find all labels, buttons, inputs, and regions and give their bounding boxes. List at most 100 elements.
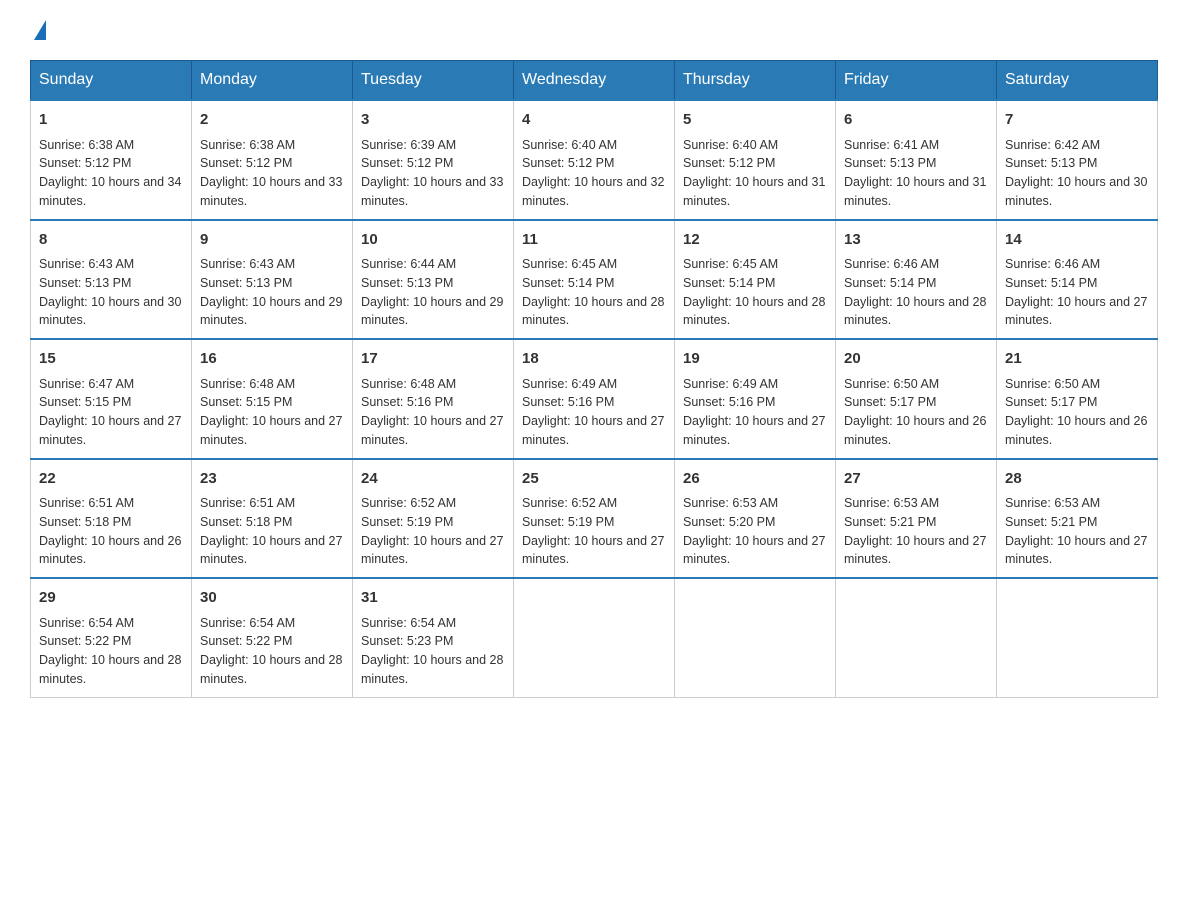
- header-cell-sunday: Sunday: [31, 61, 192, 101]
- sunset-label: Sunset: 5:12 PM: [200, 156, 292, 170]
- day-number: 3: [361, 109, 505, 132]
- sunset-label: Sunset: 5:15 PM: [200, 395, 292, 409]
- sunset-label: Sunset: 5:14 PM: [522, 276, 614, 290]
- daylight-label: Daylight: 10 hours and 31 minutes.: [844, 175, 986, 208]
- header-cell-wednesday: Wednesday: [514, 61, 675, 101]
- sunrise-label: Sunrise: 6:45 AM: [683, 257, 778, 271]
- sunrise-label: Sunrise: 6:53 AM: [1005, 496, 1100, 510]
- day-cell: 6 Sunrise: 6:41 AM Sunset: 5:13 PM Dayli…: [836, 100, 997, 220]
- day-cell: 13 Sunrise: 6:46 AM Sunset: 5:14 PM Dayl…: [836, 220, 997, 340]
- week-row-1: 1 Sunrise: 6:38 AM Sunset: 5:12 PM Dayli…: [31, 100, 1158, 220]
- header-cell-thursday: Thursday: [675, 61, 836, 101]
- daylight-label: Daylight: 10 hours and 27 minutes.: [522, 414, 664, 447]
- day-cell: 24 Sunrise: 6:52 AM Sunset: 5:19 PM Dayl…: [353, 459, 514, 579]
- sunrise-label: Sunrise: 6:52 AM: [361, 496, 456, 510]
- day-number: 13: [844, 229, 988, 252]
- sunset-label: Sunset: 5:13 PM: [844, 156, 936, 170]
- sunset-label: Sunset: 5:17 PM: [1005, 395, 1097, 409]
- daylight-label: Daylight: 10 hours and 27 minutes.: [522, 534, 664, 567]
- sunset-label: Sunset: 5:12 PM: [39, 156, 131, 170]
- sunset-label: Sunset: 5:23 PM: [361, 634, 453, 648]
- sunrise-label: Sunrise: 6:54 AM: [200, 616, 295, 630]
- sunset-label: Sunset: 5:16 PM: [522, 395, 614, 409]
- sunrise-label: Sunrise: 6:48 AM: [361, 377, 456, 391]
- day-number: 31: [361, 587, 505, 610]
- day-number: 19: [683, 348, 827, 371]
- page-header: [30, 20, 1158, 40]
- day-number: 20: [844, 348, 988, 371]
- header-cell-saturday: Saturday: [997, 61, 1158, 101]
- calendar-table: SundayMondayTuesdayWednesdayThursdayFrid…: [30, 60, 1158, 698]
- sunset-label: Sunset: 5:14 PM: [683, 276, 775, 290]
- day-number: 22: [39, 468, 183, 491]
- day-cell: 12 Sunrise: 6:45 AM Sunset: 5:14 PM Dayl…: [675, 220, 836, 340]
- day-number: 21: [1005, 348, 1149, 371]
- daylight-label: Daylight: 10 hours and 33 minutes.: [200, 175, 342, 208]
- day-cell: [997, 578, 1158, 697]
- daylight-label: Daylight: 10 hours and 27 minutes.: [844, 534, 986, 567]
- sunset-label: Sunset: 5:16 PM: [361, 395, 453, 409]
- day-cell: 16 Sunrise: 6:48 AM Sunset: 5:15 PM Dayl…: [192, 339, 353, 459]
- logo-triangle-icon: [34, 20, 46, 40]
- daylight-label: Daylight: 10 hours and 27 minutes.: [361, 534, 503, 567]
- daylight-label: Daylight: 10 hours and 27 minutes.: [39, 414, 181, 447]
- day-cell: 7 Sunrise: 6:42 AM Sunset: 5:13 PM Dayli…: [997, 100, 1158, 220]
- header-row: SundayMondayTuesdayWednesdayThursdayFrid…: [31, 61, 1158, 101]
- day-number: 27: [844, 468, 988, 491]
- day-cell: 18 Sunrise: 6:49 AM Sunset: 5:16 PM Dayl…: [514, 339, 675, 459]
- sunrise-label: Sunrise: 6:50 AM: [1005, 377, 1100, 391]
- sunrise-label: Sunrise: 6:46 AM: [844, 257, 939, 271]
- day-cell: [675, 578, 836, 697]
- daylight-label: Daylight: 10 hours and 30 minutes.: [1005, 175, 1147, 208]
- sunrise-label: Sunrise: 6:39 AM: [361, 138, 456, 152]
- sunset-label: Sunset: 5:22 PM: [200, 634, 292, 648]
- sunrise-label: Sunrise: 6:38 AM: [200, 138, 295, 152]
- daylight-label: Daylight: 10 hours and 28 minutes.: [522, 295, 664, 328]
- sunset-label: Sunset: 5:15 PM: [39, 395, 131, 409]
- daylight-label: Daylight: 10 hours and 28 minutes.: [844, 295, 986, 328]
- day-cell: 4 Sunrise: 6:40 AM Sunset: 5:12 PM Dayli…: [514, 100, 675, 220]
- day-cell: 23 Sunrise: 6:51 AM Sunset: 5:18 PM Dayl…: [192, 459, 353, 579]
- sunset-label: Sunset: 5:12 PM: [683, 156, 775, 170]
- week-row-5: 29 Sunrise: 6:54 AM Sunset: 5:22 PM Dayl…: [31, 578, 1158, 697]
- day-cell: 28 Sunrise: 6:53 AM Sunset: 5:21 PM Dayl…: [997, 459, 1158, 579]
- header-cell-tuesday: Tuesday: [353, 61, 514, 101]
- daylight-label: Daylight: 10 hours and 27 minutes.: [683, 414, 825, 447]
- sunset-label: Sunset: 5:20 PM: [683, 515, 775, 529]
- sunrise-label: Sunrise: 6:44 AM: [361, 257, 456, 271]
- day-cell: 30 Sunrise: 6:54 AM Sunset: 5:22 PM Dayl…: [192, 578, 353, 697]
- daylight-label: Daylight: 10 hours and 28 minutes.: [200, 653, 342, 686]
- daylight-label: Daylight: 10 hours and 27 minutes.: [683, 534, 825, 567]
- calendar-body: 1 Sunrise: 6:38 AM Sunset: 5:12 PM Dayli…: [31, 100, 1158, 697]
- daylight-label: Daylight: 10 hours and 28 minutes.: [39, 653, 181, 686]
- day-cell: 25 Sunrise: 6:52 AM Sunset: 5:19 PM Dayl…: [514, 459, 675, 579]
- sunrise-label: Sunrise: 6:41 AM: [844, 138, 939, 152]
- sunset-label: Sunset: 5:14 PM: [1005, 276, 1097, 290]
- sunset-label: Sunset: 5:12 PM: [522, 156, 614, 170]
- day-number: 5: [683, 109, 827, 132]
- sunset-label: Sunset: 5:12 PM: [361, 156, 453, 170]
- sunset-label: Sunset: 5:17 PM: [844, 395, 936, 409]
- sunrise-label: Sunrise: 6:43 AM: [200, 257, 295, 271]
- day-number: 8: [39, 229, 183, 252]
- logo: [30, 20, 46, 40]
- daylight-label: Daylight: 10 hours and 28 minutes.: [683, 295, 825, 328]
- day-cell: 5 Sunrise: 6:40 AM Sunset: 5:12 PM Dayli…: [675, 100, 836, 220]
- sunset-label: Sunset: 5:13 PM: [39, 276, 131, 290]
- week-row-3: 15 Sunrise: 6:47 AM Sunset: 5:15 PM Dayl…: [31, 339, 1158, 459]
- day-number: 15: [39, 348, 183, 371]
- sunrise-label: Sunrise: 6:42 AM: [1005, 138, 1100, 152]
- daylight-label: Daylight: 10 hours and 33 minutes.: [361, 175, 503, 208]
- sunset-label: Sunset: 5:21 PM: [1005, 515, 1097, 529]
- day-number: 18: [522, 348, 666, 371]
- sunrise-label: Sunrise: 6:40 AM: [683, 138, 778, 152]
- day-cell: 27 Sunrise: 6:53 AM Sunset: 5:21 PM Dayl…: [836, 459, 997, 579]
- day-number: 6: [844, 109, 988, 132]
- sunset-label: Sunset: 5:13 PM: [200, 276, 292, 290]
- day-number: 7: [1005, 109, 1149, 132]
- day-cell: 19 Sunrise: 6:49 AM Sunset: 5:16 PM Dayl…: [675, 339, 836, 459]
- daylight-label: Daylight: 10 hours and 29 minutes.: [200, 295, 342, 328]
- day-cell: 3 Sunrise: 6:39 AM Sunset: 5:12 PM Dayli…: [353, 100, 514, 220]
- daylight-label: Daylight: 10 hours and 26 minutes.: [39, 534, 181, 567]
- sunrise-label: Sunrise: 6:40 AM: [522, 138, 617, 152]
